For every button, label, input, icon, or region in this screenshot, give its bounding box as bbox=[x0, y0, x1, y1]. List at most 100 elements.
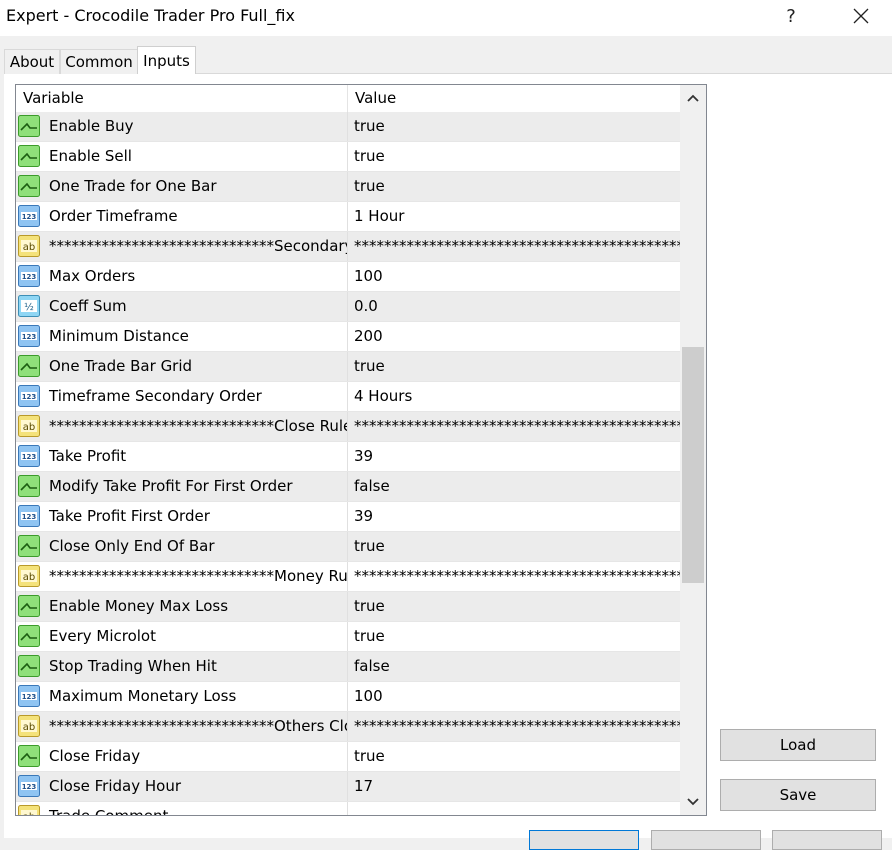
parameter-value: true bbox=[354, 747, 385, 765]
value-cell[interactable]: 200 bbox=[348, 322, 680, 351]
value-cell[interactable]: ****************************************… bbox=[348, 712, 680, 741]
table-row[interactable]: ½ Coeff Sum 0.0 bbox=[16, 292, 680, 322]
table-row[interactable]: 123 Take Profit First Order 39 bbox=[16, 502, 680, 532]
value-cell[interactable]: 4 Hours bbox=[348, 382, 680, 411]
variable-cell: 123 Maximum Monetary Loss bbox=[16, 682, 348, 711]
table-row[interactable]: Every Microlot true bbox=[16, 622, 680, 652]
bool-param-icon bbox=[18, 655, 40, 677]
table-row[interactable]: ab ******************************Money Ru… bbox=[16, 562, 680, 592]
variable-name: Stop Trading When Hit bbox=[49, 657, 217, 675]
column-header-value[interactable]: Value bbox=[348, 85, 680, 112]
help-button[interactable]: ? bbox=[768, 0, 814, 32]
parameter-value: true bbox=[354, 597, 385, 615]
table-row[interactable]: 123 Max Orders 100 bbox=[16, 262, 680, 292]
variable-cell: 123 Max Orders bbox=[16, 262, 348, 291]
table-row[interactable]: Stop Trading When Hit false bbox=[16, 652, 680, 682]
parameter-value: 100 bbox=[354, 687, 383, 705]
save-button[interactable]: Save bbox=[720, 779, 876, 811]
table-row[interactable]: ab ******************************Secondar… bbox=[16, 232, 680, 262]
parameter-value: 1 Hour bbox=[354, 207, 405, 225]
variable-cell: Enable Money Max Loss bbox=[16, 592, 348, 621]
value-cell[interactable]: true bbox=[348, 142, 680, 171]
table-row[interactable]: 123 Take Profit 39 bbox=[16, 442, 680, 472]
load-button[interactable]: Load bbox=[720, 729, 876, 761]
parameter-value: ****************************************… bbox=[354, 417, 680, 435]
parameter-value: true bbox=[354, 537, 385, 555]
bool-param-icon bbox=[18, 355, 40, 377]
variable-cell: One Trade Bar Grid bbox=[16, 352, 348, 381]
table-row[interactable]: 123 Order Timeframe 1 Hour bbox=[16, 202, 680, 232]
tab-common[interactable]: Common bbox=[60, 49, 138, 74]
scroll-up-button[interactable] bbox=[680, 85, 706, 111]
parameter-value: true bbox=[354, 147, 385, 165]
cancel-button[interactable] bbox=[651, 830, 761, 850]
close-button[interactable] bbox=[838, 0, 884, 32]
variable-name: Order Timeframe bbox=[49, 207, 178, 225]
svg-text:123: 123 bbox=[22, 693, 37, 701]
value-cell[interactable]: false bbox=[348, 652, 680, 681]
table-row[interactable]: ab ******************************Close Ru… bbox=[16, 412, 680, 442]
table-row[interactable]: 123 Close Friday Hour 17 bbox=[16, 772, 680, 802]
table-row[interactable]: 123 Minimum Distance 200 bbox=[16, 322, 680, 352]
bool-param-icon bbox=[18, 745, 40, 767]
value-cell[interactable]: true bbox=[348, 112, 680, 141]
value-cell[interactable]: true bbox=[348, 532, 680, 561]
svg-text:ab: ab bbox=[23, 242, 35, 253]
scrollbar-thumb[interactable] bbox=[682, 347, 704, 583]
table-row[interactable]: ab Trade Comment bbox=[16, 802, 680, 815]
value-cell[interactable]: 100 bbox=[348, 262, 680, 291]
parameter-value: ****************************************… bbox=[354, 717, 680, 735]
variable-name: Minimum Distance bbox=[49, 327, 189, 345]
value-cell[interactable]: true bbox=[348, 622, 680, 651]
value-cell[interactable]: true bbox=[348, 742, 680, 771]
tab-inputs[interactable]: Inputs bbox=[137, 46, 196, 74]
value-cell[interactable]: false bbox=[348, 472, 680, 501]
int-param-icon: 123 bbox=[18, 325, 40, 347]
variable-cell: 123 Timeframe Secondary Order bbox=[16, 382, 348, 411]
reset-button[interactable] bbox=[772, 830, 882, 850]
value-cell[interactable]: ****************************************… bbox=[348, 562, 680, 591]
table-row[interactable]: 123 Timeframe Secondary Order 4 Hours bbox=[16, 382, 680, 412]
value-cell[interactable]: ****************************************… bbox=[348, 412, 680, 441]
scroll-down-button[interactable] bbox=[680, 789, 706, 815]
table-row[interactable]: ab ******************************Others C… bbox=[16, 712, 680, 742]
table-row[interactable]: Close Only End Of Bar true bbox=[16, 532, 680, 562]
table-row[interactable]: Modify Take Profit For First Order false bbox=[16, 472, 680, 502]
variable-name: One Trade for One Bar bbox=[49, 177, 217, 195]
tab-about[interactable]: About bbox=[4, 49, 60, 74]
parameter-value: 39 bbox=[354, 447, 374, 465]
value-cell[interactable]: 0.0 bbox=[348, 292, 680, 321]
value-cell[interactable]: 39 bbox=[348, 502, 680, 531]
table-row[interactable]: Enable Buy true bbox=[16, 112, 680, 142]
value-cell[interactable] bbox=[348, 802, 680, 815]
table-row[interactable]: Enable Money Max Loss true bbox=[16, 592, 680, 622]
table-row[interactable]: Enable Sell true bbox=[16, 142, 680, 172]
title-bar: Expert - Crocodile Trader Pro Full_fix ? bbox=[0, 0, 892, 36]
table-row[interactable]: 123 Maximum Monetary Loss 100 bbox=[16, 682, 680, 712]
value-cell[interactable]: 17 bbox=[348, 772, 680, 801]
parameter-value: true bbox=[354, 177, 385, 195]
value-cell[interactable]: true bbox=[348, 352, 680, 381]
ok-button[interactable] bbox=[529, 830, 639, 850]
grid-header: Variable Value bbox=[16, 85, 680, 112]
bool-param-icon bbox=[18, 145, 40, 167]
value-cell[interactable]: true bbox=[348, 592, 680, 621]
grid-rows: Enable Buy true Enable Sell true One Trade f… bbox=[16, 112, 680, 815]
variable-name: Max Orders bbox=[49, 267, 136, 285]
variable-name: Every Microlot bbox=[49, 627, 156, 645]
table-row[interactable]: One Trade for One Bar true bbox=[16, 172, 680, 202]
parameter-value: true bbox=[354, 117, 385, 135]
variable-name: Enable Sell bbox=[49, 147, 132, 165]
value-cell[interactable]: true bbox=[348, 172, 680, 201]
column-header-variable[interactable]: Variable bbox=[16, 85, 348, 112]
chevron-down-icon bbox=[687, 798, 699, 806]
value-cell[interactable]: 1 Hour bbox=[348, 202, 680, 231]
value-cell[interactable]: ****************************************… bbox=[348, 232, 680, 261]
string-param-icon: ab bbox=[18, 415, 40, 437]
variable-name: Enable Money Max Loss bbox=[49, 597, 229, 615]
table-row[interactable]: Close Friday true bbox=[16, 742, 680, 772]
value-cell[interactable]: 39 bbox=[348, 442, 680, 471]
table-row[interactable]: One Trade Bar Grid true bbox=[16, 352, 680, 382]
vertical-scrollbar[interactable] bbox=[680, 85, 706, 815]
value-cell[interactable]: 100 bbox=[348, 682, 680, 711]
